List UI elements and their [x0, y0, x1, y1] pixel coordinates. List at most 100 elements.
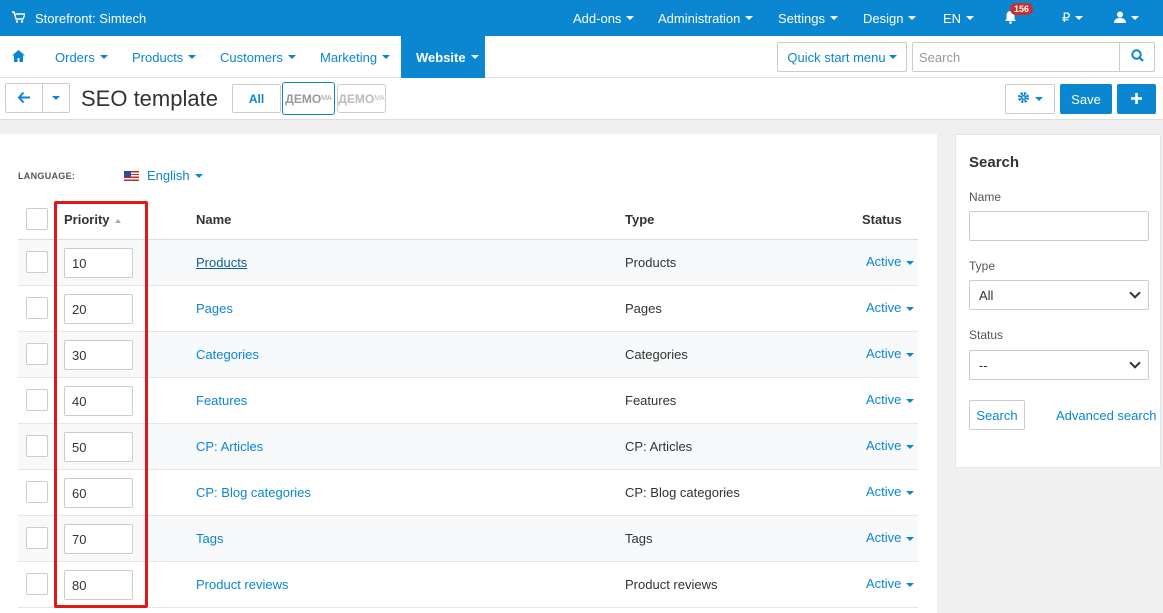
template-type: Pages	[625, 301, 662, 316]
column-name[interactable]: Name	[196, 212, 231, 227]
template-name-link[interactable]: Pages	[196, 301, 233, 316]
chevron-down-icon	[906, 260, 915, 265]
template-type: Product reviews	[625, 577, 718, 592]
status-dropdown[interactable]: Active	[866, 484, 915, 499]
template-name-link[interactable]: CP: Articles	[196, 439, 263, 454]
save-button[interactable]: Save	[1060, 84, 1112, 114]
table-row: 40 Features Features Active	[18, 378, 918, 424]
menu-user[interactable]	[1114, 0, 1139, 36]
notifications-badge: 156	[1010, 3, 1034, 15]
template-name-link[interactable]: CP: Blog categories	[196, 485, 311, 500]
template-name-link[interactable]: Categories	[196, 347, 259, 362]
template-name-link[interactable]: Products	[196, 255, 247, 270]
search-button[interactable]	[1119, 42, 1155, 72]
status-dropdown[interactable]: Active	[866, 576, 915, 591]
sidebar-title: Search	[969, 154, 1020, 171]
row-checkbox[interactable]	[26, 527, 48, 549]
home-button[interactable]	[12, 36, 25, 78]
search-sidebar: Search Name Type All Status -- Search Ad…	[955, 134, 1161, 468]
menu-settings[interactable]: Settings	[778, 0, 838, 36]
chevron-down-icon	[906, 490, 915, 495]
quick-start-menu-button[interactable]: Quick start menu	[777, 42, 907, 72]
chevron-down-icon	[906, 582, 915, 587]
table-row: 30 Categories Categories Active	[18, 332, 918, 378]
template-type: Tags	[625, 531, 653, 546]
nav-customers[interactable]: Customers	[220, 36, 296, 78]
advanced-search-link[interactable]: Advanced search	[1056, 408, 1156, 423]
status-select[interactable]: --	[969, 350, 1149, 380]
nav-products[interactable]: Products	[132, 36, 197, 78]
storefront-selector[interactable]: Storefront: Simtech	[12, 0, 146, 36]
status-dropdown[interactable]: Active	[866, 300, 915, 315]
home-icon	[12, 49, 25, 65]
row-checkbox[interactable]	[26, 573, 48, 595]
row-checkbox[interactable]	[26, 343, 48, 365]
title-bar: SEO template All ДЕМО MA ДЕМО MA Save	[0, 78, 1163, 120]
status-dropdown[interactable]: Active	[866, 346, 915, 361]
template-type: CP: Articles	[625, 439, 693, 454]
menu-addons[interactable]: Add-ons	[573, 0, 635, 36]
row-checkbox[interactable]	[26, 481, 48, 503]
search-input[interactable]: Search	[912, 42, 1120, 72]
status-dropdown[interactable]: Active	[866, 392, 915, 407]
status-label: Status	[969, 328, 1004, 342]
language-selector[interactable]: English	[124, 168, 203, 183]
table-row: 10 Products Products Active	[18, 240, 918, 286]
template-type: Features	[625, 393, 677, 408]
priority-column-highlight	[54, 201, 148, 608]
template-name-link[interactable]: Tags	[196, 531, 223, 546]
demo-logo-2[interactable]: ДЕМО MA	[337, 84, 386, 113]
menu-administration[interactable]: Administration	[658, 0, 754, 36]
chevron-down-icon	[1129, 287, 1141, 299]
add-button[interactable]	[1117, 84, 1156, 114]
row-checkbox[interactable]	[26, 435, 48, 457]
filter-all-button[interactable]: All	[232, 84, 281, 113]
demo-logo-1[interactable]: ДЕМО MA	[282, 82, 335, 115]
type-label: Type	[969, 259, 996, 273]
chevron-down-icon	[906, 536, 915, 541]
main-navigation: Orders Products Customers Marketing Webs…	[0, 36, 1163, 78]
row-checkbox[interactable]	[26, 389, 48, 411]
arrow-left-icon	[17, 91, 30, 106]
history-dropdown-button[interactable]	[42, 83, 70, 113]
nav-marketing[interactable]: Marketing	[320, 36, 391, 78]
sidebar-search-button[interactable]: Search	[969, 400, 1025, 430]
chevron-down-icon	[1129, 357, 1141, 369]
chevron-down-icon	[906, 306, 915, 311]
us-flag-icon	[124, 170, 139, 181]
name-input[interactable]	[969, 211, 1149, 241]
plus-icon	[1131, 92, 1142, 107]
language-label: LANGUAGE:	[18, 171, 76, 181]
table-row: 20 Pages Pages Active	[18, 286, 918, 332]
menu-language[interactable]: EN	[943, 0, 975, 36]
chevron-down-icon	[906, 352, 915, 357]
table-row: 50 CP: Articles CP: Articles Active	[18, 424, 918, 470]
name-label: Name	[969, 190, 1002, 204]
template-name-link[interactable]: Features	[196, 393, 247, 408]
type-select[interactable]: All	[969, 280, 1149, 310]
row-checkbox[interactable]	[26, 251, 48, 273]
nav-website[interactable]: Website	[401, 36, 485, 78]
table-row: 80 Product reviews Product reviews Active	[18, 562, 918, 608]
template-name-link[interactable]: Product reviews	[196, 577, 288, 592]
settings-dropdown-button[interactable]	[1005, 84, 1055, 114]
cart-icon	[12, 10, 27, 26]
nav-orders[interactable]: Orders	[55, 36, 108, 78]
status-dropdown[interactable]: Active	[866, 530, 915, 545]
storefront-label: Storefront: Simtech	[35, 10, 147, 26]
status-dropdown[interactable]: Active	[866, 254, 915, 269]
back-button[interactable]	[5, 83, 43, 113]
row-checkbox[interactable]	[26, 297, 48, 319]
template-type: Categories	[625, 347, 688, 362]
select-all-checkbox[interactable]	[26, 208, 48, 230]
menu-currency[interactable]: ₽	[1062, 0, 1084, 36]
column-type[interactable]: Type	[625, 212, 654, 227]
table-row: 60 CP: Blog categories CP: Blog categories…	[18, 470, 918, 516]
menu-design[interactable]: Design	[863, 0, 917, 36]
column-status[interactable]: Status	[862, 212, 902, 227]
chevron-down-icon	[52, 96, 60, 100]
top-bar: Storefront: Simtech Add-ons Administrati…	[0, 0, 1163, 36]
status-dropdown[interactable]: Active	[866, 438, 915, 453]
chevron-down-icon	[906, 398, 915, 403]
chevron-down-icon	[906, 444, 915, 449]
